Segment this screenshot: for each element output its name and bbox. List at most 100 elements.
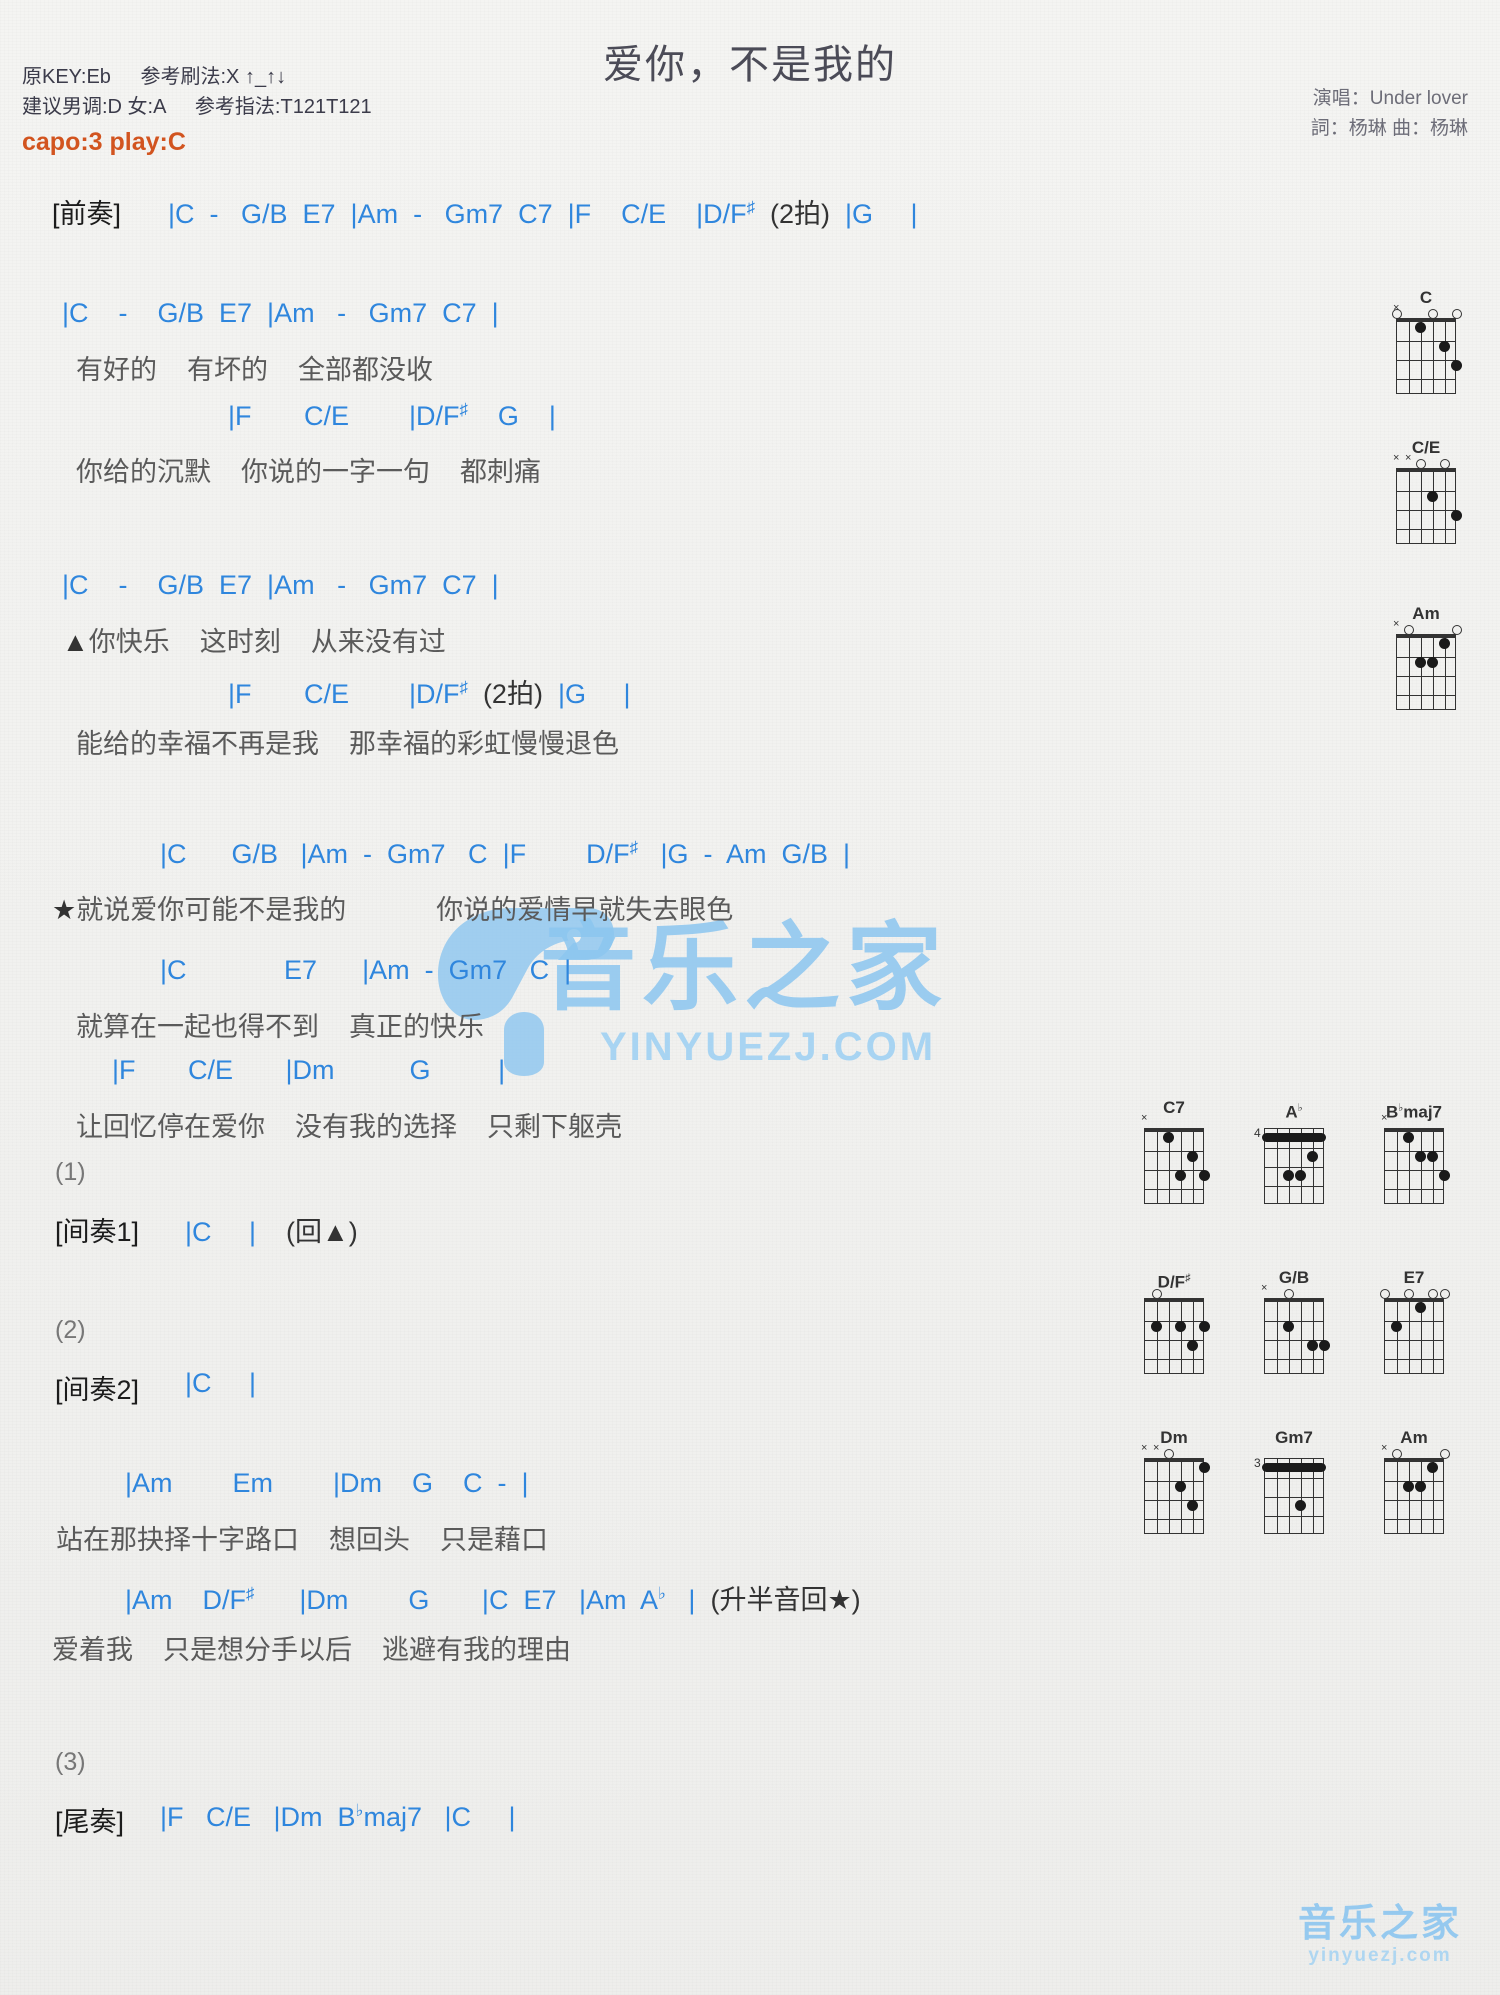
chord-diagram-Ab: A♭ 4 <box>1248 1098 1340 1208</box>
finger-dot <box>1414 1302 1426 1313</box>
fingering-pattern-label: 参考指法:T121T121 <box>194 96 372 118</box>
open-string-marker <box>1380 1289 1390 1299</box>
finger-dot <box>1294 1500 1306 1511</box>
finger-dot <box>1162 1132 1174 1143</box>
chord-diagram-fretboard: × <box>1388 303 1464 398</box>
open-string-marker <box>1452 625 1462 635</box>
lyric-line-verse1-line1: 有好的 有坏的 全部都没收 <box>76 355 434 385</box>
open-string-marker <box>1404 625 1414 635</box>
lyric-line-chorus-line3: 让回忆停在爱你 没有我的选择 只剩下躯壳 <box>76 1112 623 1142</box>
watermark-bottom-logo: 音乐之家 yinyuezj.com <box>1298 1892 1462 1967</box>
section-number-outro: (3) <box>55 1748 86 1776</box>
open-string-marker <box>1392 1449 1402 1459</box>
finger-dot <box>1450 360 1462 371</box>
finger-dot <box>1438 341 1450 352</box>
chord-diagram-fretboard: 3 <box>1254 1450 1332 1538</box>
strum-pattern-label: 参考刷法:X ↑_↑↓ <box>140 66 287 88</box>
lyric-line-bridge-line2: 爱着我 只是想分手以后 逃避有我的理由 <box>52 1635 572 1665</box>
section-number-interlude1: (1) <box>55 1158 86 1186</box>
lyric-line-verse2-line1: ▲你快乐 这时刻 从来没有过 <box>62 627 446 657</box>
muted-string-marker: × <box>1141 1112 1148 1124</box>
finger-dot <box>1174 1321 1186 1332</box>
chord-line-verse1-line1: |C - G/B E7 |Am - Gm7 C7 | <box>62 298 499 328</box>
credits-block: 演唱：Under lover 詞：杨琳 曲：杨琳 <box>1311 84 1468 144</box>
suggested-key-label: 建议男调:D 女:A <box>22 96 166 118</box>
finger-dot <box>1402 1132 1414 1143</box>
section-label-interlude1: [间奏1] <box>55 1217 140 1247</box>
finger-dot <box>1198 1170 1210 1181</box>
open-string-marker <box>1392 309 1402 319</box>
muted-string-marker: × <box>1153 1442 1160 1454</box>
finger-dot <box>1174 1481 1186 1492</box>
chord-diagram-G-B: G/B × <box>1248 1268 1340 1378</box>
chord-line-chorus-line2: |C E7 |Am - Gm7 C | <box>160 955 572 985</box>
finger-dot <box>1414 657 1426 668</box>
chord-diagram-fretboard: × <box>1376 1113 1452 1208</box>
capo-label: capo:3 play:C <box>22 128 186 156</box>
chord-diagram-name: D/F♯ <box>1157 1272 1191 1292</box>
chord-diagram-Am: Am × <box>1368 1428 1460 1538</box>
chord-diagram-name: Gm7 <box>1275 1428 1313 1447</box>
chord-sheet: 爱你，不是我的 原KEY:Eb 参考刷法:X ↑_↑↓ 建议男调:D 女:A 参… <box>0 0 1500 1995</box>
finger-dot <box>1438 638 1450 649</box>
open-string-marker <box>1164 1449 1174 1459</box>
chord-diagram-Bbmaj7: B♭maj7 × <box>1368 1098 1460 1208</box>
finger-dot <box>1306 1340 1318 1351</box>
lyric-line-verse2-line2: 能给的幸福不再是我 那幸福的彩虹慢慢退色 <box>76 729 620 759</box>
chord-line-verse2-line2: |F C/E |D/F♯ (2拍) |G | <box>228 678 631 709</box>
muted-string-marker: × <box>1393 618 1400 630</box>
chord-diagram-C: C × <box>1380 288 1472 398</box>
chord-diagram-fretboard: × × <box>1136 1443 1212 1538</box>
chord-diagram-D-F-: D/F♯ <box>1128 1268 1220 1378</box>
open-string-marker <box>1284 1289 1294 1299</box>
finger-dot <box>1294 1170 1306 1181</box>
singer-label: 演唱：Under lover <box>1312 88 1468 109</box>
meta-row-1: 原KEY:Eb 参考刷法:X ↑_↑↓ <box>22 62 372 92</box>
lyric-line-bridge-line1: 站在那抉择十字路口 想回头 只是藉口 <box>56 1525 549 1555</box>
finger-dot <box>1438 1170 1450 1181</box>
chord-diagram-name: A♭ <box>1285 1102 1303 1122</box>
lyric-line-verse1-line2: 你给的沉默 你说的一字一句 都刺痛 <box>76 457 542 487</box>
meta-row-2: 建议男调:D 女:A 参考指法:T121T121 <box>22 92 372 122</box>
lyric-line-chorus-line1: ★就说爱你可能不是我的 你说的爱情早就失去眼色 <box>52 895 734 925</box>
muted-string-marker: × <box>1405 452 1412 464</box>
chord-line-interlude1: |C | (回▲) <box>185 1217 358 1247</box>
watermark-bottom-url: yinyuezj.com <box>1308 1945 1452 1966</box>
chord-diagram-name: E7 <box>1403 1268 1425 1287</box>
muted-string-marker: × <box>1141 1442 1148 1454</box>
chord-diagram-C7: C7 × <box>1128 1098 1220 1208</box>
open-string-marker <box>1452 309 1462 319</box>
chord-line-interlude2: |C | <box>185 1368 257 1398</box>
chord-diagram-fretboard: × <box>1376 1443 1452 1538</box>
finger-dot <box>1198 1462 1210 1473</box>
chord-diagram-fretboard: × <box>1388 619 1464 714</box>
chord-diagram-fretboard: × <box>1256 1283 1332 1378</box>
finger-dot <box>1306 1151 1318 1162</box>
finger-dot <box>1150 1321 1162 1332</box>
chord-line-verse1-line2: |F C/E |D/F♯ G | <box>228 400 556 431</box>
finger-dot <box>1390 1321 1402 1332</box>
chord-line-bridge-line1: |Am Em |Dm G C - | <box>125 1468 529 1498</box>
chord-diagram-Dm: Dm × × <box>1128 1428 1220 1538</box>
section-label-outro: [尾奏] <box>55 1807 125 1837</box>
writer-label: 詞：杨琳 曲：杨琳 <box>1310 118 1468 139</box>
section-number-interlude2: (2) <box>55 1316 86 1344</box>
finger-dot <box>1414 1151 1426 1162</box>
chord-line-bridge-line2: |Am D/F♯ |Dm G |C E7 |Am A♭ | (升半音回★) <box>125 1584 861 1615</box>
chord-diagram-fretboard: 4 <box>1254 1120 1332 1208</box>
open-string-marker <box>1440 459 1450 469</box>
finger-dot <box>1426 657 1438 668</box>
start-fret-number: 3 <box>1254 1456 1261 1470</box>
open-string-marker <box>1440 1449 1450 1459</box>
finger-dot <box>1402 1481 1414 1492</box>
lyric-line-chorus-line2: 就算在一起也得不到 真正的快乐 <box>76 1012 485 1042</box>
start-fret-number: 4 <box>1254 1126 1261 1140</box>
chord-diagram-E7: E7 <box>1368 1268 1460 1378</box>
chord-diagram-C-E: C/E × × <box>1380 438 1472 548</box>
chord-diagram-fretboard: × <box>1136 1113 1212 1208</box>
finger-dot <box>1174 1170 1186 1181</box>
muted-string-marker: × <box>1393 452 1400 464</box>
muted-string-marker: × <box>1261 1282 1268 1294</box>
chord-diagram-fretboard <box>1376 1289 1452 1378</box>
open-string-marker <box>1416 459 1426 469</box>
